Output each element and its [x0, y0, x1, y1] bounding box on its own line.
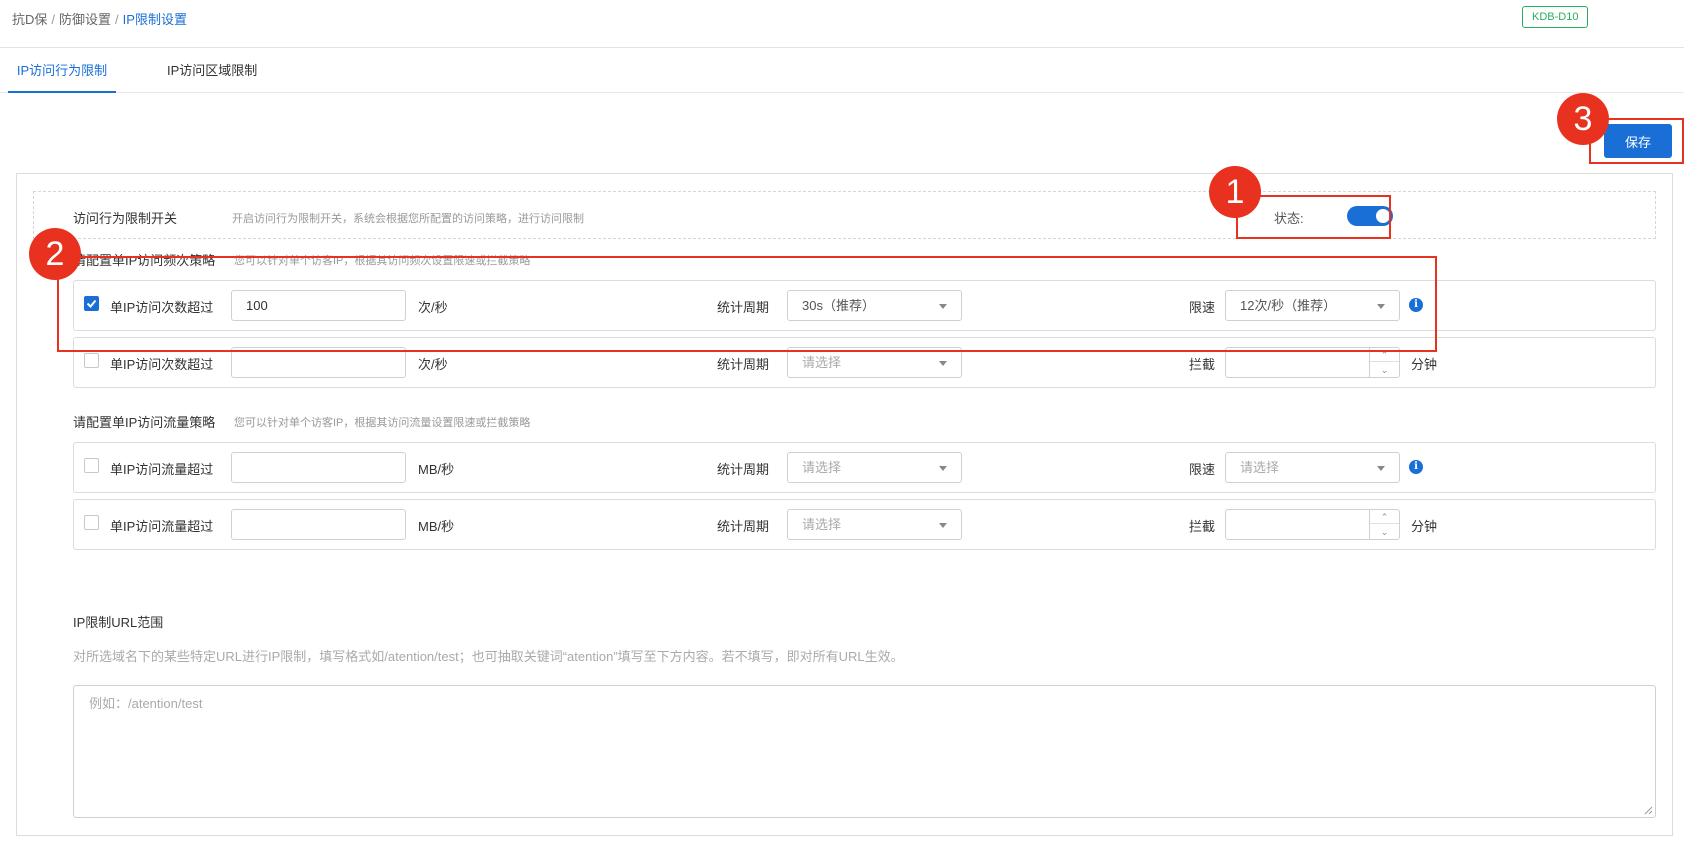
flow-section-desc: 您可以针对单个访客IP，根据其访问流量设置限速或拦截策略 — [234, 417, 531, 429]
period-label: 统计周期 — [717, 519, 770, 534]
period-label: 统计周期 — [717, 357, 770, 372]
stepper-down-icon[interactable]: ⌄ — [1370, 525, 1399, 539]
toggle-knob — [1376, 209, 1390, 223]
breadcrumb-separator: / — [115, 12, 119, 27]
settings-panel: 访问行为限制开关 开启访问行为限制开关，系统会根据您所配置的访问策略，进行访问限… — [16, 173, 1673, 836]
period-label: 统计周期 — [717, 300, 770, 315]
rule-label: 单IP访问流量超过 — [110, 519, 214, 534]
block-minutes-input[interactable]: ⌃ ⌄ — [1225, 509, 1400, 540]
number-stepper: ⌃ ⌄ — [1369, 510, 1399, 539]
caret-down-icon — [939, 466, 947, 471]
caret-down-icon — [939, 361, 947, 366]
period-select[interactable]: 30s（推荐） — [787, 290, 962, 321]
period-select-placeholder: 请选择 — [802, 355, 842, 370]
period-label: 统计周期 — [717, 462, 770, 477]
caret-down-icon — [1377, 304, 1385, 309]
rule-unit: 次/秒 — [418, 300, 448, 315]
rule-unit: MB/秒 — [418, 462, 455, 477]
rate-limit-value: 12次/秒（推荐） — [1240, 298, 1337, 313]
action-label: 限速 — [1189, 300, 1216, 315]
rule-unit: 次/秒 — [418, 357, 448, 372]
tab-ip-region-limit[interactable]: IP访问区域限制 — [167, 48, 257, 93]
rule-label: 单IP访问次数超过 — [110, 300, 214, 315]
rule-checkbox[interactable] — [84, 515, 99, 530]
resize-handle-icon[interactable] — [1644, 806, 1653, 815]
switch-title: 访问行为限制开关 — [73, 211, 178, 226]
caret-down-icon — [939, 523, 947, 528]
annotation-badge: 2 — [29, 228, 81, 280]
rule-checkbox[interactable] — [84, 458, 99, 473]
behavior-switch-row: 访问行为限制开关 开启访问行为限制开关，系统会根据您所配置的访问策略，进行访问限… — [33, 191, 1656, 239]
number-stepper: ⌃ ⌄ — [1369, 348, 1399, 377]
period-select[interactable]: 请选择 — [787, 509, 962, 540]
threshold-input[interactable]: 100 — [231, 290, 406, 321]
breadcrumb-separator: / — [51, 12, 56, 27]
rate-limit-placeholder: 请选择 — [1240, 460, 1280, 475]
freq-rule-row: 单IP访问次数超过 100 次/秒 统计周期 30s（推荐） 限速 12次/秒（… — [73, 280, 1656, 331]
url-scope-title: IP限制URL范围 — [73, 615, 164, 630]
tab-ip-behavior-limit[interactable]: IP访问行为限制 — [8, 48, 116, 93]
product-tag: KDB-D10 — [1522, 6, 1589, 28]
breadcrumb-current: IP限制设置 — [122, 12, 187, 27]
threshold-input[interactable] — [231, 452, 406, 483]
save-button[interactable]: 保存 — [1604, 124, 1672, 158]
action-label: 限速 — [1189, 462, 1216, 477]
status-toggle[interactable] — [1347, 206, 1393, 226]
action-label: 拦截 — [1189, 357, 1216, 372]
rule-unit: MB/秒 — [418, 519, 455, 534]
period-select-placeholder: 请选择 — [802, 517, 842, 532]
rule-checkbox[interactable] — [84, 296, 99, 311]
rule-checkbox[interactable] — [84, 353, 99, 368]
annotation-badge: 1 — [1209, 166, 1261, 218]
stepper-down-icon[interactable]: ⌄ — [1370, 363, 1399, 377]
status-label: 状态: — [1274, 211, 1304, 226]
caret-down-icon — [1377, 466, 1385, 471]
period-select-placeholder: 请选择 — [802, 460, 842, 475]
threshold-input[interactable] — [231, 509, 406, 540]
url-scope-placeholder: 例如：/atention/test — [89, 696, 203, 711]
info-icon[interactable]: i — [1409, 298, 1423, 312]
period-select[interactable]: 请选择 — [787, 347, 962, 378]
caret-down-icon — [939, 304, 947, 309]
rate-limit-select[interactable]: 请选择 — [1225, 452, 1400, 483]
check-icon — [86, 299, 97, 308]
url-scope-textarea[interactable]: 例如：/atention/test — [73, 685, 1656, 818]
threshold-input[interactable] — [231, 347, 406, 378]
period-select-value: 30s（推荐） — [802, 298, 875, 313]
flow-section-title: 请配置单IP访问流量策略 — [73, 415, 216, 430]
rule-label: 单IP访问流量超过 — [110, 462, 214, 477]
breadcrumb: 抗D保 / 防御设置 / IP限制设置 — [12, 9, 187, 28]
breadcrumb-item-kdb[interactable]: 抗D保 — [12, 12, 47, 27]
flow-rule-row: 单IP访问流量超过 MB/秒 统计周期 请选择 拦截 ⌃ ⌄ 分钟 — [73, 499, 1656, 550]
freq-section-title: 请配置单IP访问频次策略 — [73, 253, 216, 268]
freq-rule-row: 单IP访问次数超过 次/秒 统计周期 请选择 拦截 ⌃ ⌄ 分钟 — [73, 337, 1656, 388]
stepper-up-icon[interactable]: ⌃ — [1370, 510, 1399, 524]
annotation-badge: 3 — [1557, 93, 1609, 145]
info-icon[interactable]: i — [1409, 460, 1423, 474]
period-select[interactable]: 请选择 — [787, 452, 962, 483]
rate-limit-select[interactable]: 12次/秒（推荐） — [1225, 290, 1400, 321]
freq-section-desc: 您可以针对单个访客IP，根据其访问频次设置限速或拦截策略 — [234, 255, 531, 267]
action-label: 拦截 — [1189, 519, 1216, 534]
breadcrumb-item-defense[interactable]: 防御设置 — [59, 12, 111, 27]
block-minutes-input[interactable]: ⌃ ⌄ — [1225, 347, 1400, 378]
minutes-unit: 分钟 — [1411, 519, 1438, 534]
top-bar: 抗D保 / 防御设置 / IP限制设置 KDB-D10 — [0, 0, 1684, 48]
switch-desc: 开启访问行为限制开关，系统会根据您所配置的访问策略，进行访问限制 — [232, 213, 584, 225]
rule-label: 单IP访问次数超过 — [110, 357, 214, 372]
minutes-unit: 分钟 — [1411, 357, 1438, 372]
url-scope-desc: 对所选域名下的某些特定URL进行IP限制，填写格式如/atention/test… — [73, 649, 904, 664]
tab-bar: IP访问行为限制 IP访问区域限制 — [0, 48, 1684, 93]
stepper-up-icon[interactable]: ⌃ — [1370, 348, 1399, 362]
flow-rule-row: 单IP访问流量超过 MB/秒 统计周期 请选择 限速 请选择 i — [73, 442, 1656, 493]
